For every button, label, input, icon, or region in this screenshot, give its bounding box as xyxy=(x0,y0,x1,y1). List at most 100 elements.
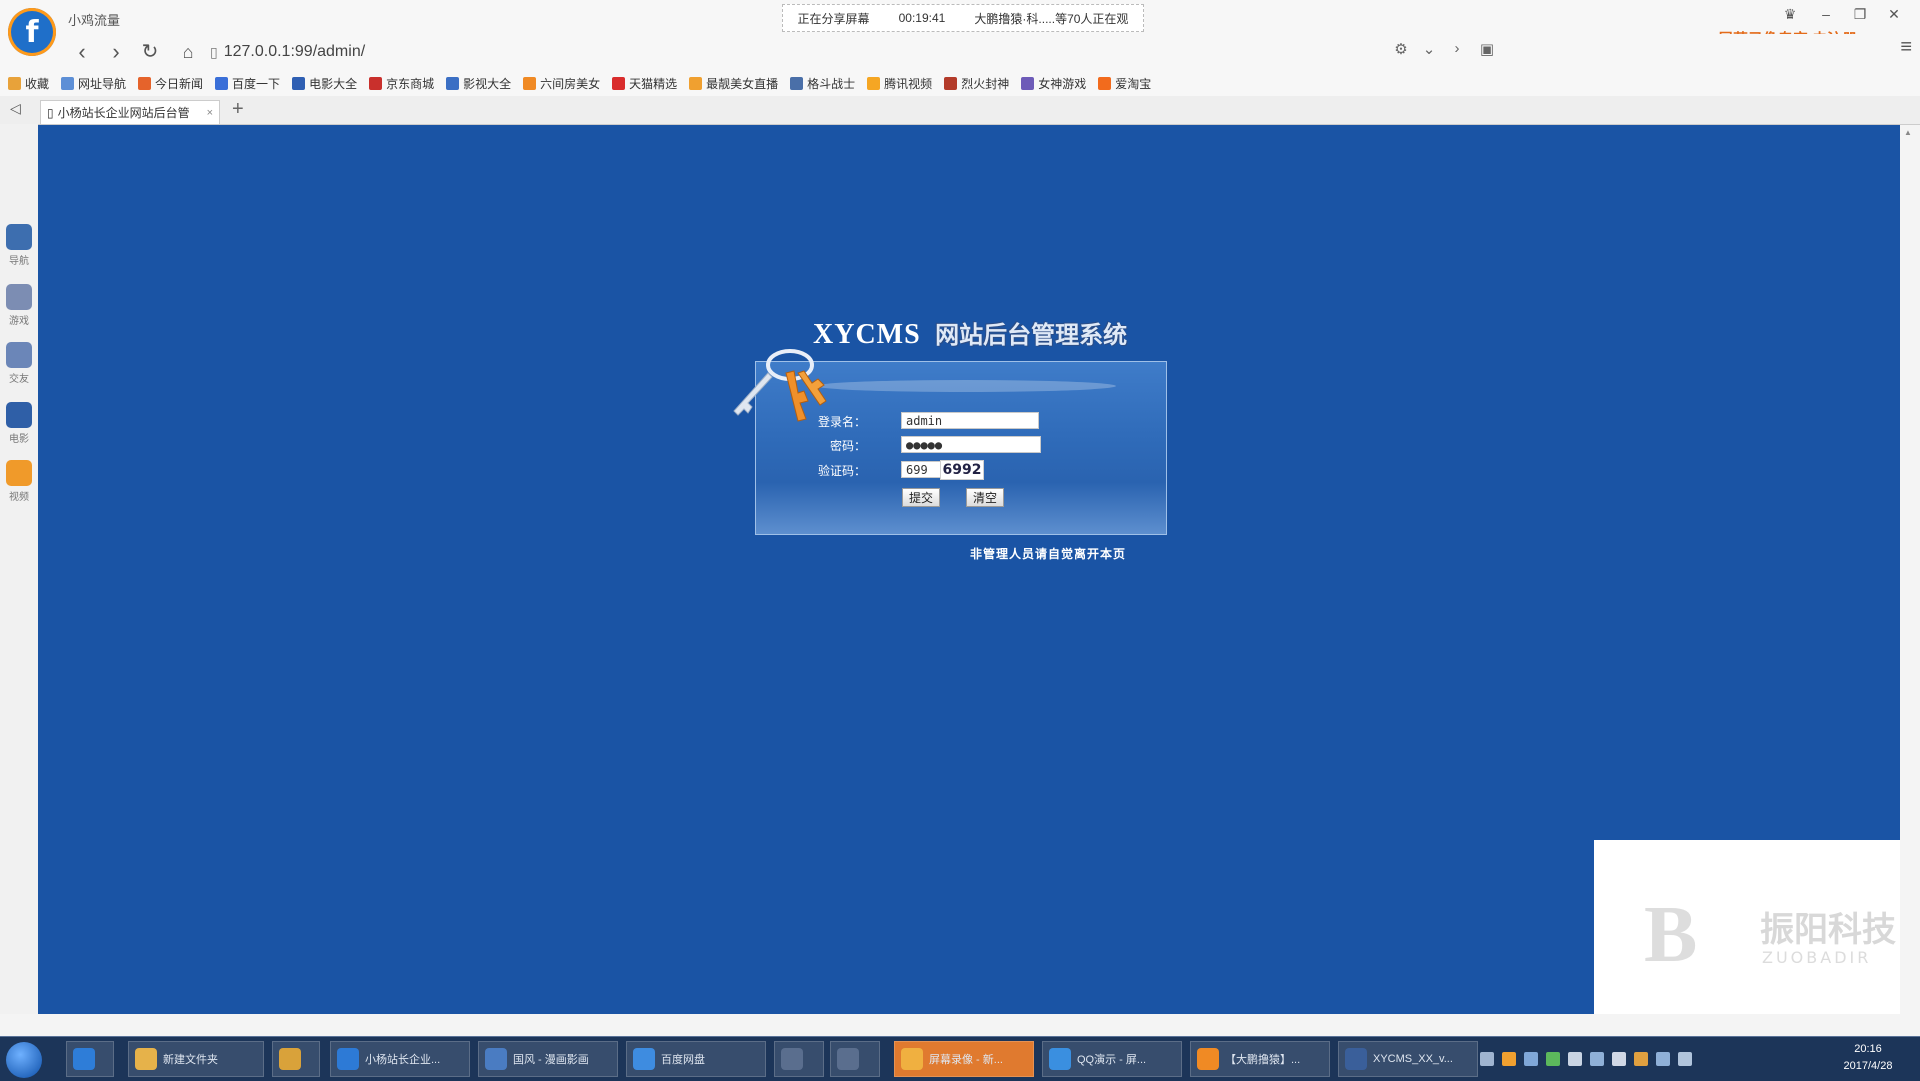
bookmark-item[interactable]: 电影大全 xyxy=(292,75,357,92)
sidebar-item-label: 电影 xyxy=(9,434,29,445)
taskbar-app[interactable]: 新建文件夹 xyxy=(128,1041,264,1077)
skin-icon[interactable]: ♛ xyxy=(1778,6,1802,23)
sidebar-app-icon xyxy=(6,402,32,428)
tray-icon[interactable] xyxy=(1568,1052,1582,1066)
minimize-button[interactable]: – xyxy=(1814,6,1838,22)
sidebar-item[interactable]: 导航 xyxy=(2,224,36,267)
taskbar-app[interactable]: 小杨站长企业... xyxy=(330,1041,470,1077)
username-input[interactable] xyxy=(901,412,1039,429)
tray-icon[interactable] xyxy=(1634,1052,1648,1066)
bookmark-label: 六间房美女 xyxy=(540,76,601,91)
bookmark-icon xyxy=(8,76,21,90)
taskbar-app[interactable]: 屏幕录像 - 新... xyxy=(894,1041,1034,1077)
taskbar-app[interactable] xyxy=(272,1041,320,1077)
tray-icon[interactable] xyxy=(1612,1052,1626,1066)
bookmark-label: 烈火封神 xyxy=(961,76,1010,91)
clock-time: 20:16 xyxy=(1854,1043,1882,1055)
keys-icon xyxy=(733,349,827,422)
menu-icon[interactable]: ≡ xyxy=(1900,36,1912,59)
taskbar-app[interactable] xyxy=(66,1041,114,1077)
new-tab-button[interactable]: + xyxy=(232,98,244,121)
back-icon[interactable]: ‹ xyxy=(68,38,96,66)
taskbar-app[interactable] xyxy=(830,1041,880,1077)
login-notice: 非管理人员请自觉离开本页 xyxy=(970,547,1127,561)
submit-button[interactable]: 提交 xyxy=(902,488,940,507)
sidebar-app-icon xyxy=(6,224,32,250)
bookmark-item[interactable]: 今日新闻 xyxy=(138,75,203,92)
tray-icon[interactable] xyxy=(1678,1052,1692,1066)
taskbar-app[interactable] xyxy=(774,1041,824,1077)
bookmark-item[interactable]: 六间房美女 xyxy=(523,75,600,92)
tab-close-icon[interactable]: × xyxy=(207,107,213,119)
bookmark-item[interactable]: 影视大全 xyxy=(446,75,511,92)
taskbar-app[interactable]: 百度网盘 xyxy=(626,1041,766,1077)
bookmark-icon xyxy=(1098,76,1112,90)
bookmark-item[interactable]: 烈火封神 xyxy=(944,75,1009,92)
address-bar[interactable]: ▯ 127.0.0.1:99/admin/ xyxy=(210,40,1370,64)
tray-icon[interactable] xyxy=(1524,1052,1538,1066)
page-icon: ▯ xyxy=(210,43,218,60)
title-bar: 小鸡流量 正在分享屏幕 00:19:41 大鹏撸猿·科.....等70人正在观 … xyxy=(0,0,1920,34)
left-sidebar: 导航游戏交友电影视频 xyxy=(0,124,38,1014)
bookmark-item[interactable]: 百度一下 xyxy=(215,75,280,92)
reset-button[interactable]: 清空 xyxy=(966,488,1004,507)
tab-admin[interactable]: ▯ 小杨站长企业网站后台管 × xyxy=(40,100,220,124)
captcha-image[interactable]: 6992 xyxy=(940,460,984,480)
chevron-right-icon[interactable]: › xyxy=(1446,40,1468,57)
screen-share-bar[interactable]: 正在分享屏幕 00:19:41 大鹏撸猿·科.....等70人正在观 xyxy=(782,4,1144,32)
tray-icon[interactable] xyxy=(1656,1052,1670,1066)
tray-icon[interactable] xyxy=(1502,1052,1516,1066)
taskbar-app[interactable]: 国风 - 漫画影画 xyxy=(478,1041,618,1077)
bookmark-label: 今日新闻 xyxy=(155,76,204,91)
tray-icon[interactable] xyxy=(1590,1052,1604,1066)
taskbar-app[interactable]: 【大鹏撸猿】... xyxy=(1190,1041,1330,1077)
scroll-up-icon[interactable]: ▲ xyxy=(1904,128,1912,137)
taskbar-app-label: 国风 - 漫画影画 xyxy=(513,1054,589,1066)
forward-icon[interactable]: › xyxy=(102,38,130,66)
close-window-button[interactable]: ✕ xyxy=(1882,6,1906,23)
home-icon[interactable]: ⌂ xyxy=(174,38,202,66)
taskbar-app[interactable]: QQ演示 - 屏... xyxy=(1042,1041,1182,1077)
bookmark-item[interactable]: 收藏 xyxy=(8,75,49,92)
system-tray xyxy=(1480,1037,1700,1081)
sidebar-item[interactable]: 交友 xyxy=(2,342,36,385)
screenshot-icon[interactable]: ▣ xyxy=(1476,40,1498,58)
browser-logo-icon[interactable]: f xyxy=(8,8,56,56)
bookmark-item[interactable]: 网址导航 xyxy=(61,75,126,92)
start-button[interactable] xyxy=(6,1042,42,1078)
sidebar-item[interactable]: 视频 xyxy=(2,460,36,503)
chevron-down-icon[interactable]: ⌄ xyxy=(1418,40,1440,58)
bookmark-icon xyxy=(790,76,804,90)
sidebar-item-label: 导航 xyxy=(9,256,29,267)
bookmark-item[interactable]: 腾讯视频 xyxy=(867,75,932,92)
restore-button[interactable]: ❐ xyxy=(1848,6,1872,23)
tray-icon[interactable] xyxy=(1546,1052,1560,1066)
clock-date: 2017/4/28 xyxy=(1843,1060,1893,1072)
password-input[interactable] xyxy=(901,436,1041,453)
sidebar-item[interactable]: 电影 xyxy=(2,402,36,445)
bookmark-item[interactable]: 女神游戏 xyxy=(1021,75,1086,92)
bookmark-item[interactable]: 爱淘宝 xyxy=(1098,75,1151,92)
bookmark-item[interactable]: 京东商城 xyxy=(369,75,434,92)
taskbar-app-icon xyxy=(1345,1048,1367,1070)
system-title: XYCMS 网站后台管理系统 xyxy=(813,315,1127,351)
bookmark-item[interactable]: 最靓美女直播 xyxy=(689,75,778,92)
sidebar-item[interactable]: 游戏 xyxy=(2,284,36,327)
bookmark-icon xyxy=(1021,76,1035,90)
tray-icon[interactable] xyxy=(1480,1052,1494,1066)
refresh-icon[interactable]: ↻ xyxy=(136,38,164,66)
bookmark-label: 腾讯视频 xyxy=(884,76,933,91)
url-text[interactable]: 127.0.0.1:99/admin/ xyxy=(224,43,365,61)
taskbar-app[interactable]: XYCMS_XX_v... xyxy=(1338,1041,1478,1077)
tab-collapse-icon[interactable]: ◁ xyxy=(10,100,21,117)
page-scrollbar[interactable] xyxy=(1900,125,1920,1014)
taskbar-app-label: 屏幕录像 - 新... xyxy=(929,1054,1003,1066)
clock[interactable]: 20:16 2017/4/28 xyxy=(1822,1041,1914,1075)
settings-gear-icon[interactable]: ⚙ xyxy=(1390,40,1412,58)
watermark-subtext: ZUOBADIR xyxy=(1762,948,1872,967)
taskbar-app-icon xyxy=(901,1048,923,1070)
bookmark-item[interactable]: 格斗战士 xyxy=(790,75,855,92)
taskbar-app-icon xyxy=(279,1048,301,1070)
taskbar-app-icon xyxy=(837,1048,859,1070)
bookmark-item[interactable]: 天猫精选 xyxy=(612,75,677,92)
